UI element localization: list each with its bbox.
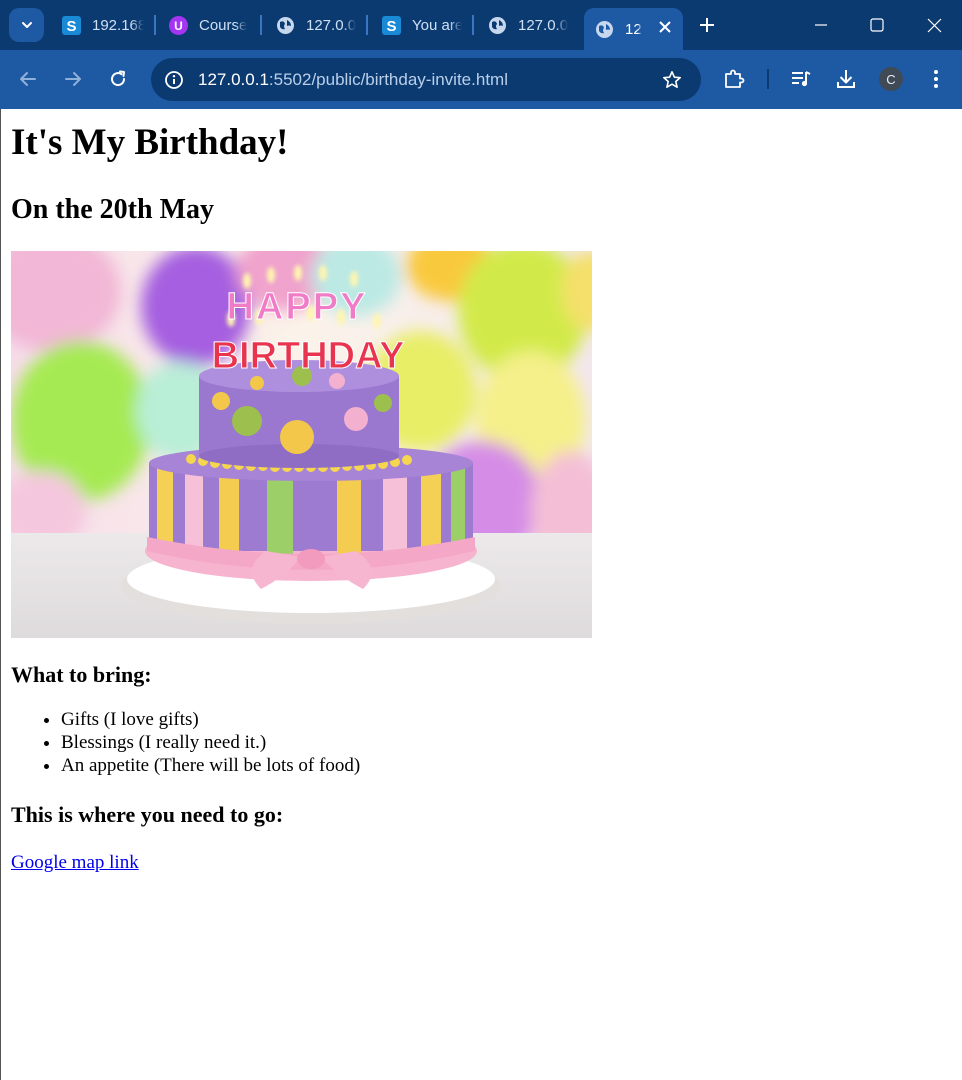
tab-2[interactable]: U Course xyxy=(169,8,249,42)
location-heading: This is where you need to go: xyxy=(11,802,284,827)
back-button[interactable] xyxy=(13,64,43,94)
site-info-icon[interactable] xyxy=(163,69,184,90)
address-path: :5502/public/birthday-invite.html xyxy=(268,70,508,89)
address-bar[interactable]: 127.0.0.1:5502/public/birthday-invite.ht… xyxy=(151,58,701,101)
tab-separator xyxy=(472,15,474,35)
arrow-left-icon xyxy=(20,72,36,86)
close-window-button[interactable] xyxy=(919,10,949,40)
media-control-button[interactable] xyxy=(786,64,816,94)
tab-title: Course xyxy=(199,16,248,34)
download-icon xyxy=(837,70,855,88)
maximize-button[interactable] xyxy=(862,10,892,40)
list-item: An appetite (There will be lots of food) xyxy=(61,754,952,777)
profile-avatar[interactable]: C xyxy=(879,67,903,91)
bring-heading: What to bring: xyxy=(11,662,152,687)
browser-chrome: S 192.168 U Course 127.0.0 S You are 127… xyxy=(0,0,962,109)
close-tab-icon[interactable] xyxy=(659,20,671,38)
globe-icon xyxy=(488,16,507,35)
list-item: Blessings (I really need it.) xyxy=(61,731,952,754)
tab-3[interactable]: 127.0.0 xyxy=(276,8,356,42)
s-app-icon: S xyxy=(62,15,81,35)
tab-separator xyxy=(366,15,368,35)
web-page: It's My Birthday! On the 20th May HAPPY … xyxy=(1,109,962,1080)
chevron-down-icon xyxy=(21,22,32,28)
tab-title: You are xyxy=(412,16,462,34)
bring-list: Gifts (I love gifts) Blessings (I really… xyxy=(11,708,952,777)
svg-text:U: U xyxy=(174,19,183,33)
close-icon xyxy=(927,18,941,32)
svg-text:S: S xyxy=(386,18,396,35)
tab-title: 127.0.0 xyxy=(518,16,568,34)
tab-5[interactable]: 127.0.0 xyxy=(488,8,568,42)
google-map-link[interactable]: Google map link xyxy=(11,851,139,874)
new-tab-button[interactable] xyxy=(692,10,722,40)
plus-icon xyxy=(700,18,714,32)
reload-button[interactable] xyxy=(103,64,133,94)
candle-happy-text: HAPPY xyxy=(227,286,368,328)
globe-icon xyxy=(276,16,295,35)
tab-6-active[interactable]: 12 xyxy=(584,8,683,50)
maximize-icon xyxy=(870,18,884,32)
svg-text:S: S xyxy=(66,18,76,35)
browser-toolbar: 127.0.0.1:5502/public/birthday-invite.ht… xyxy=(0,50,962,109)
browser-menu-button[interactable] xyxy=(921,64,951,94)
tab-search-button[interactable] xyxy=(9,8,44,42)
playlist-icon xyxy=(792,71,811,87)
downloads-button[interactable] xyxy=(831,64,861,94)
puzzle-icon xyxy=(725,69,745,88)
extensions-button[interactable] xyxy=(719,64,749,94)
toolbar-divider xyxy=(767,69,769,89)
address-text: 127.0.0.1:5502/public/birthday-invite.ht… xyxy=(198,70,508,90)
reload-icon xyxy=(111,70,126,87)
minimize-icon xyxy=(815,24,827,26)
tab-title: 127.0.0 xyxy=(306,16,356,34)
more-vertical-icon xyxy=(934,70,938,88)
tab-title: 12 xyxy=(625,20,642,38)
tab-strip: S 192.168 U Course 127.0.0 S You are 127… xyxy=(0,0,962,50)
birthday-cake-image: HAPPY BIRTHDAY xyxy=(11,251,592,638)
candle-birthday-text: BIRTHDAY xyxy=(212,335,405,377)
minimize-button[interactable] xyxy=(806,10,836,40)
page-title: It's My Birthday! xyxy=(11,122,289,163)
tab-1[interactable]: S 192.168 xyxy=(62,8,144,42)
s-app-icon: S xyxy=(382,15,401,35)
bookmark-star-icon[interactable] xyxy=(661,69,683,91)
tab-title: 192.168 xyxy=(92,16,144,34)
tab-4[interactable]: S You are xyxy=(382,8,462,42)
u-app-icon: U xyxy=(169,15,188,35)
tab-separator xyxy=(154,15,156,35)
forward-button[interactable] xyxy=(58,64,88,94)
list-item: Gifts (I love gifts) xyxy=(61,708,952,731)
event-date: On the 20th May xyxy=(11,194,214,225)
arrow-right-icon xyxy=(65,72,81,86)
address-host: 127.0.0.1 xyxy=(198,70,269,89)
globe-icon xyxy=(595,20,614,39)
tab-separator xyxy=(260,15,262,35)
